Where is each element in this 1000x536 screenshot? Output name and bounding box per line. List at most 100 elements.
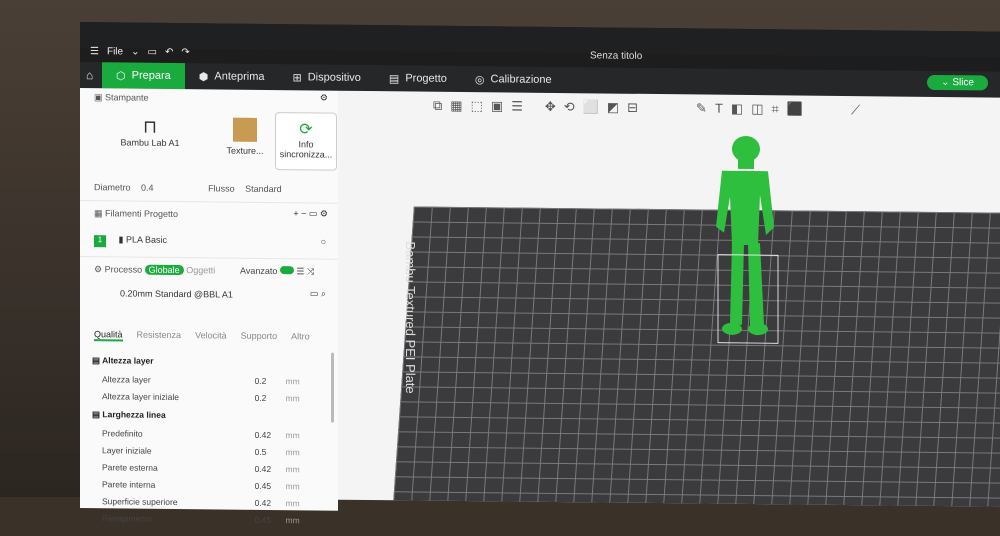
setting-value[interactable]: 0.45 bbox=[255, 477, 286, 494]
paint-icon[interactable]: ✎ bbox=[696, 100, 707, 116]
spool-icon: ▮ bbox=[118, 234, 124, 245]
rotate-icon[interactable]: ⟲ bbox=[564, 99, 575, 115]
support-icon[interactable]: ◫ bbox=[751, 101, 763, 117]
setting-value[interactable]: 0.45 bbox=[255, 511, 286, 528]
nozzle-row: Diametro 0.4 Flusso Standard bbox=[94, 182, 282, 194]
lay-on-face-icon[interactable]: ◩ bbox=[607, 100, 619, 116]
grid-icon[interactable]: ▦ bbox=[450, 98, 462, 114]
remove-icon[interactable]: − bbox=[301, 208, 306, 218]
process-section-header: ⚙ Processo Globale Oggetti bbox=[94, 264, 215, 276]
cut-icon[interactable]: ◧ bbox=[731, 101, 743, 117]
plate-card[interactable]: Texture... bbox=[215, 111, 275, 168]
filament-toolbar: + − ▭ ⚙ bbox=[293, 208, 328, 219]
filament-row[interactable]: 1 ▮ PLA Basic bbox=[94, 234, 167, 248]
undo-icon[interactable]: ↶ bbox=[165, 47, 173, 58]
layer-height-group-title: ▤ Altezza layer bbox=[92, 354, 154, 366]
tab-resistenza[interactable]: Resistenza bbox=[137, 330, 182, 342]
setting-unit: mm bbox=[285, 392, 300, 403]
sync-card[interactable]: ⟳ Info sincronizza... bbox=[275, 112, 337, 171]
viewport-toolbar: ⧉ ▦ ⬚ ▣ ☰ ✥ ⟲ ⬜ ◩ ⊟ ✎ T ◧ ◫ ⌗ ⬛ ⟋ bbox=[433, 98, 860, 118]
scale-icon[interactable]: ⬜ bbox=[583, 99, 599, 115]
setting-value[interactable]: 0.5 bbox=[255, 443, 286, 460]
table-row: Riempimento 0.45 mm bbox=[92, 509, 312, 528]
tab-dispositivo[interactable]: ⊞ Dispositivo bbox=[279, 64, 375, 91]
calibration-icon: ◎ bbox=[474, 73, 485, 86]
assembly-icon[interactable]: ⬛ bbox=[787, 101, 803, 117]
setting-value[interactable]: 0.2 bbox=[255, 389, 286, 406]
group-title: Larghezza linea bbox=[102, 408, 166, 420]
3d-viewport[interactable]: ⧉ ▦ ⬚ ▣ ☰ ✥ ⟲ ⬜ ◩ ⊟ ✎ T ◧ ◫ ⌗ ⬛ ⟋ Bambu … bbox=[338, 90, 1000, 507]
move-icon[interactable]: ✥ bbox=[545, 99, 556, 115]
gear-icon[interactable]: ⚙ bbox=[320, 209, 328, 219]
compare-icon[interactable]: ⤨ bbox=[307, 266, 314, 276]
tab-label: Calibrazione bbox=[490, 73, 552, 86]
hamburger-icon[interactable]: ☰ bbox=[90, 46, 99, 57]
plate-label: Bambu Textured PEI Plate bbox=[403, 241, 418, 394]
tab-prepara[interactable]: ⬡ Prepara bbox=[102, 62, 185, 90]
text-icon[interactable]: T bbox=[715, 101, 723, 117]
gear-icon[interactable]: ⚙ bbox=[320, 93, 328, 104]
process-section-title: Processo bbox=[104, 264, 143, 275]
boolean-icon[interactable]: ⌗ bbox=[772, 101, 779, 117]
objects-toggle[interactable]: Oggetti bbox=[186, 265, 215, 275]
setting-unit: mm bbox=[285, 514, 300, 525]
tab-anteprima[interactable]: ⬢ Anteprima bbox=[185, 63, 279, 90]
app-window: ☰ File ⌄ ▭ ↶ ↷ Senza titolo ⌂ ⬡ Prepara … bbox=[80, 22, 1000, 525]
tab-qualita[interactable]: Qualità bbox=[94, 329, 123, 342]
setting-label: Parete esterna bbox=[102, 461, 158, 473]
tab-calibrazione[interactable]: ◎ Calibrazione bbox=[461, 66, 566, 93]
quality-tabs: Qualità Resistenza Velocità Supporto Alt… bbox=[94, 329, 310, 343]
add-icon[interactable]: + bbox=[293, 208, 298, 218]
tab-progetto[interactable]: ▤ Progetto bbox=[375, 65, 461, 92]
tab-velocita[interactable]: Velocità bbox=[195, 330, 227, 342]
tab-altro[interactable]: Altro bbox=[291, 331, 310, 343]
printer-section-header: ▣ Stampante bbox=[94, 92, 149, 104]
file-menu-label[interactable]: File bbox=[107, 46, 123, 57]
advanced-label: Avanzato bbox=[240, 265, 278, 277]
printer-card[interactable]: ⊓ Bambu Lab A1 bbox=[120, 110, 180, 167]
tab-label: Progetto bbox=[405, 72, 447, 85]
search-icon[interactable]: ⌕ bbox=[321, 289, 326, 299]
setting-unit: mm bbox=[285, 375, 300, 386]
chevron-down-icon[interactable]: ⌄ bbox=[131, 47, 139, 58]
device-icon: ⊞ bbox=[292, 71, 302, 84]
setting-label: Altezza layer iniziale bbox=[102, 390, 180, 402]
layers-icon[interactable]: ☰ bbox=[511, 99, 523, 115]
tab-supporto[interactable]: Supporto bbox=[241, 331, 278, 343]
green-figure-model[interactable] bbox=[688, 134, 798, 375]
setting-value[interactable]: 0.2 bbox=[255, 372, 286, 389]
diameter-value[interactable]: 0.4 bbox=[141, 183, 154, 193]
slice-button[interactable]: ⌄ Slice bbox=[927, 74, 988, 91]
flow-value[interactable]: Standard bbox=[245, 184, 282, 194]
panel-scrollbar[interactable] bbox=[331, 352, 334, 423]
list-icon[interactable]: ☰ bbox=[296, 266, 304, 276]
add-object-icon[interactable]: ⧉ bbox=[433, 98, 442, 114]
advanced-switch[interactable] bbox=[279, 266, 294, 275]
process-profile[interactable]: 0.20mm Standard @BBL A1 bbox=[120, 288, 233, 299]
info-icon[interactable]: ○ bbox=[321, 237, 326, 247]
save-icon[interactable]: ▭ bbox=[147, 47, 156, 58]
redo-icon[interactable]: ↷ bbox=[181, 47, 189, 58]
printer-icon: ⊓ bbox=[142, 116, 158, 137]
save-icon[interactable]: ▭ bbox=[310, 288, 319, 298]
flow-label: Flusso bbox=[208, 183, 235, 194]
chevron-down-icon[interactable]: ⌄ bbox=[941, 77, 949, 88]
setting-value[interactable]: 0.42 bbox=[255, 426, 286, 443]
divider bbox=[80, 200, 338, 204]
printer-section-title: Stampante bbox=[105, 92, 149, 103]
setting-value[interactable]: 0.42 bbox=[255, 460, 286, 477]
setting-unit: mm bbox=[285, 429, 300, 440]
arrange-icon[interactable]: ▣ bbox=[491, 98, 503, 114]
measure-icon[interactable]: ⟋ bbox=[851, 102, 860, 118]
plate-swatch bbox=[233, 117, 257, 142]
auto-orient-icon[interactable]: ⬚ bbox=[471, 98, 483, 114]
home-icon[interactable]: ⌂ bbox=[86, 68, 93, 82]
setting-unit: mm bbox=[285, 463, 300, 474]
file-menu[interactable]: ☰ File ⌄ ▭ ↶ ↷ bbox=[90, 46, 190, 58]
setting-value[interactable]: 0.42 bbox=[255, 494, 286, 511]
split-icon[interactable]: ⊟ bbox=[627, 100, 638, 116]
printer-name: Bambu Lab A1 bbox=[120, 137, 180, 149]
edit-icon[interactable]: ▭ bbox=[309, 208, 318, 218]
global-toggle[interactable]: Globale bbox=[144, 264, 184, 276]
window-title: Senza titolo bbox=[590, 50, 643, 62]
